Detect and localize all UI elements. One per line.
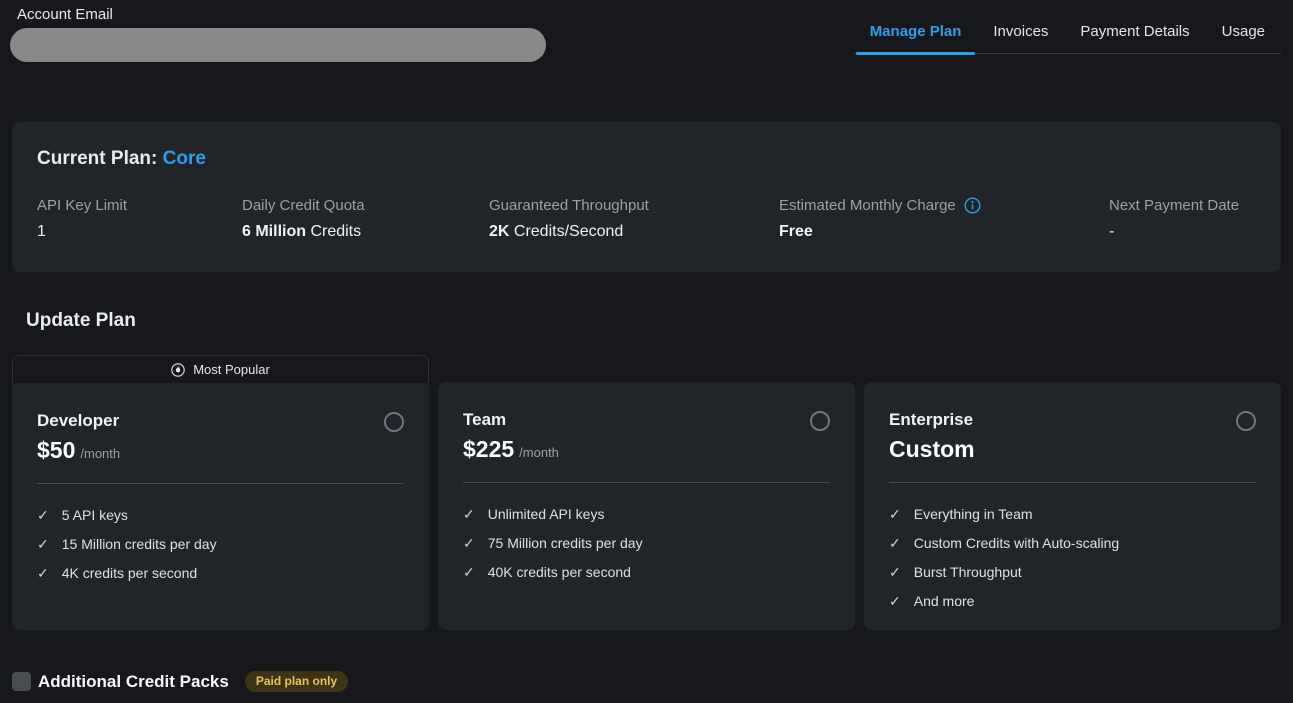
plan-body: Enterprise Custom ✓Everything in Team ✓C… — [864, 382, 1281, 630]
plan-name: Developer — [37, 410, 120, 431]
stat-api-key-limit: API Key Limit 1 — [37, 197, 242, 241]
feature-item: ✓Unlimited API keys — [463, 499, 830, 528]
current-plan-name: Core — [163, 148, 206, 169]
stat-value: 2K Credits/Second — [489, 223, 779, 241]
divider — [37, 483, 404, 484]
additional-credit-packs-checkbox[interactable] — [12, 672, 31, 691]
stat-label: Guaranteed Throughput — [489, 197, 649, 214]
stat-value: 6 Million Credits — [242, 223, 489, 241]
plan-price: $225/month — [463, 435, 559, 467]
check-icon: ✓ — [463, 507, 475, 521]
plan-card-team[interactable]: Team $225/month ✓Unlimited API keys ✓75 … — [438, 382, 855, 630]
plan-name: Enterprise — [889, 409, 980, 430]
stat-estimated-monthly-charge: Estimated Monthly Charge Free — [779, 197, 1109, 241]
feature-item: ✓40K credits per second — [463, 557, 830, 586]
plan-radio-developer[interactable] — [384, 412, 404, 432]
check-icon: ✓ — [37, 566, 49, 580]
update-plan-heading: Update Plan — [26, 310, 1293, 332]
stat-label: API Key Limit — [37, 197, 127, 214]
plan-body: Developer $50/month ✓5 API keys ✓15 Mill… — [12, 383, 429, 630]
plan-period: /month — [519, 445, 559, 460]
stat-label: Next Payment Date — [1109, 197, 1239, 214]
check-icon: ✓ — [889, 594, 901, 608]
feature-item: ✓4K credits per second — [37, 558, 404, 587]
divider — [889, 482, 1256, 483]
stat-label: Daily Credit Quota — [242, 197, 365, 214]
check-icon: ✓ — [889, 565, 901, 579]
plan-name: Team — [463, 409, 559, 430]
divider — [463, 482, 830, 483]
additional-credit-packs-row: Additional Credit Packs Paid plan only — [12, 671, 1293, 692]
stat-next-payment-date: Next Payment Date - — [1109, 197, 1256, 241]
most-popular-banner: Most Popular — [12, 355, 429, 383]
feature-item: ✓75 Million credits per day — [463, 528, 830, 557]
stat-label: Estimated Monthly Charge — [779, 197, 956, 214]
feature-item: ✓5 API keys — [37, 500, 404, 529]
plan-card-enterprise[interactable]: Enterprise Custom ✓Everything in Team ✓C… — [864, 382, 1281, 630]
most-popular-label: Most Popular — [193, 362, 270, 377]
feature-item: ✓Custom Credits with Auto-scaling — [889, 528, 1256, 557]
plan-body: Team $225/month ✓Unlimited API keys ✓75 … — [438, 382, 855, 630]
check-icon: ✓ — [463, 565, 475, 579]
plan-features: ✓5 API keys ✓15 Million credits per day … — [37, 500, 404, 587]
account-email-section: Account Email — [10, 6, 546, 62]
billing-page: Account Email Manage Plan Invoices Payme… — [0, 0, 1293, 692]
account-email-value — [10, 28, 546, 62]
current-plan-title-prefix: Current Plan: — [37, 148, 157, 169]
stat-value: - — [1109, 223, 1256, 241]
plan-period: /month — [80, 446, 120, 461]
account-email-label: Account Email — [17, 6, 546, 23]
current-plan-title: Current Plan: Core — [37, 148, 1256, 170]
check-icon: ✓ — [889, 507, 901, 521]
tab-invoices[interactable]: Invoices — [977, 23, 1064, 53]
tab-usage[interactable]: Usage — [1206, 23, 1281, 53]
feature-item: ✓And more — [889, 586, 1256, 615]
check-icon: ✓ — [463, 536, 475, 550]
plan-card-developer[interactable]: Most Popular Developer $50/month ✓5 API … — [12, 355, 429, 630]
flame-icon — [171, 363, 185, 377]
plan-price: $50/month — [37, 436, 120, 468]
stat-value: Free — [779, 223, 1109, 241]
current-plan-stats: API Key Limit 1 Daily Credit Quota 6 Mil… — [37, 197, 1256, 241]
tab-manage-plan[interactable]: Manage Plan — [854, 23, 978, 53]
stat-daily-credit-quota: Daily Credit Quota 6 Million Credits — [242, 197, 489, 241]
check-icon: ✓ — [37, 537, 49, 551]
feature-item: ✓Everything in Team — [889, 499, 1256, 528]
plan-price: Custom — [889, 435, 980, 467]
additional-credit-packs-label: Additional Credit Packs — [38, 672, 229, 692]
feature-item: ✓Burst Throughput — [889, 557, 1256, 586]
check-icon: ✓ — [889, 536, 901, 550]
stat-value: 1 — [37, 223, 242, 241]
plan-radio-team[interactable] — [810, 411, 830, 431]
info-icon[interactable] — [964, 197, 981, 214]
billing-tabs: Manage Plan Invoices Payment Details Usa… — [854, 23, 1281, 54]
tab-payment-details[interactable]: Payment Details — [1064, 23, 1205, 53]
plan-features: ✓Unlimited API keys ✓75 Million credits … — [463, 499, 830, 586]
paid-plan-only-badge: Paid plan only — [245, 671, 348, 692]
plan-radio-enterprise[interactable] — [1236, 411, 1256, 431]
stat-guaranteed-throughput: Guaranteed Throughput 2K Credits/Second — [489, 197, 779, 241]
feature-item: ✓15 Million credits per day — [37, 529, 404, 558]
current-plan-card: Current Plan: Core API Key Limit 1 Daily… — [12, 122, 1281, 272]
topbar: Account Email Manage Plan Invoices Payme… — [0, 0, 1293, 70]
plan-cards: Most Popular Developer $50/month ✓5 API … — [12, 355, 1281, 630]
check-icon: ✓ — [37, 508, 49, 522]
plan-features: ✓Everything in Team ✓Custom Credits with… — [889, 499, 1256, 615]
